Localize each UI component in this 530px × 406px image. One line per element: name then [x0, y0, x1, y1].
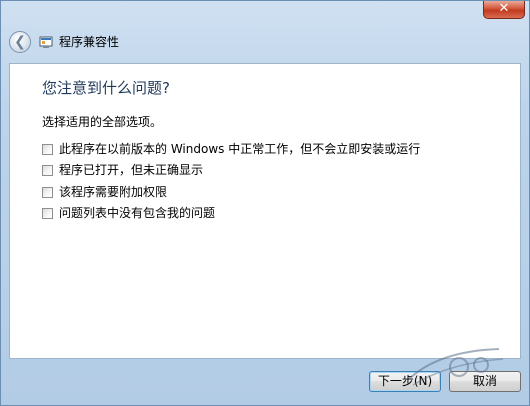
- checkbox[interactable]: [42, 186, 53, 198]
- option-label: 问题列表中没有包含我的问题: [59, 206, 216, 220]
- window-header: ❮ 程序兼容性: [1, 23, 529, 63]
- button-bar: 下一步(N) 取消: [1, 359, 529, 405]
- option-label: 程序已打开，但未正确显示: [59, 163, 204, 177]
- cancel-button[interactable]: 取消: [449, 371, 521, 392]
- back-arrow-icon: ❮: [14, 34, 26, 50]
- back-button[interactable]: ❮: [9, 31, 31, 53]
- checkbox[interactable]: [42, 143, 53, 155]
- program-compatibility-window: ✕ ❮ 程序兼容性 您注意到什么问题? 选择适用的全部选项。 此程序在以前版本的…: [0, 0, 530, 406]
- compatibility-app-icon: [39, 36, 53, 48]
- content-pane: 您注意到什么问题? 选择适用的全部选项。 此程序在以前版本的 Windows 中…: [9, 63, 521, 359]
- window-title: 程序兼容性: [59, 35, 120, 49]
- close-button[interactable]: ✕: [483, 1, 525, 19]
- option-previous-windows[interactable]: 此程序在以前版本的 Windows 中正常工作，但不会立即安装或运行: [42, 141, 420, 157]
- option-additional-permissions[interactable]: 该程序需要附加权限: [42, 184, 167, 200]
- option-label: 该程序需要附加权限: [59, 185, 168, 199]
- option-problem-not-listed[interactable]: 问题列表中没有包含我的问题: [42, 205, 215, 221]
- option-label: 此程序在以前版本的 Windows 中正常工作，但不会立即安装或运行: [59, 142, 421, 156]
- instruction-text: 选择适用的全部选项。: [42, 115, 163, 129]
- checkbox[interactable]: [42, 207, 53, 219]
- page-heading: 您注意到什么问题?: [42, 79, 170, 97]
- checkbox[interactable]: [42, 164, 53, 176]
- option-display-incorrect[interactable]: 程序已打开，但未正确显示: [42, 162, 203, 178]
- next-button[interactable]: 下一步(N): [369, 371, 441, 392]
